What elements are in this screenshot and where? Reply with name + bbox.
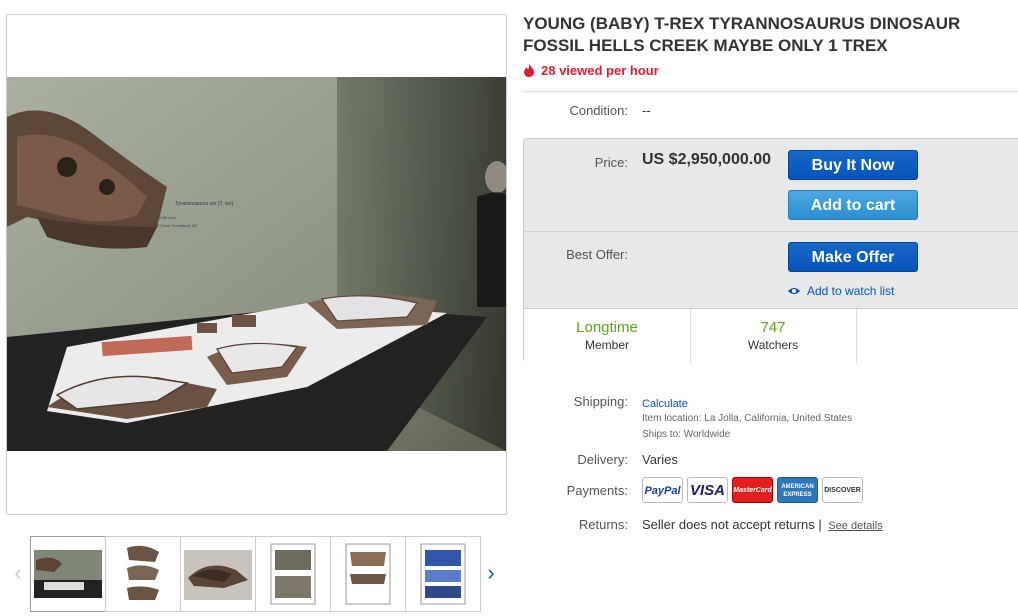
exhibit-photo: Tyrannosaurus rex (T. rex) Lived 66 mya … [7,77,506,451]
thumbnail-2[interactable] [105,536,181,612]
visa-logo: VISA [687,477,728,503]
item-location-label: Item location: [642,413,702,424]
add-to-watch-list-link[interactable]: Add to watch list [788,284,894,298]
thumbnail-image [270,543,316,605]
thumbnail-strip: ‹ › [0,530,507,616]
best-offer-label: Best Offer: [566,247,628,262]
thumbnail-3[interactable] [180,536,256,612]
stat-watchers-label: Watchers [747,338,799,352]
shipping-label: Shipping: [573,394,628,409]
listing-title: YOUNG (BABY) T-REX TYRANNOSAURUS DINOSAU… [523,14,961,55]
condition-label: Condition: [569,103,628,118]
ships-to-value: Worldwide [683,429,731,440]
delivery-label: Delivery: [577,452,628,467]
returns-label: Returns: [578,517,628,532]
make-offer-button[interactable]: Make Offer [788,242,918,272]
stat-watchers: 747 Watchers [690,309,856,363]
seller-stats: Longtime Member 747 Watchers [524,308,1018,363]
payments-label: Payments: [566,483,628,498]
price-value: US $2,950,000.00 [642,151,771,168]
exhibit-sign-line3: Hell Creek Formation, MT [152,223,198,228]
condition-value: -- [642,103,651,118]
eye-icon [788,288,800,294]
discover-logo: DISCOVER [822,477,863,503]
stat-member-label: Member [584,338,629,352]
thumbnail-1[interactable] [30,536,106,612]
thumbnail-image [420,543,466,605]
ships-to: Ships to: Worldwide [642,429,730,440]
buy-box: Price: US $2,950,000.00 Buy It Now Add t… [523,138,1018,363]
thumbnail-image [345,543,391,605]
thumbnail-image [34,550,102,598]
main-product-photo[interactable]: Tyrannosaurus rex (T. rex) Lived 66 mya … [7,77,506,451]
thumbnail-6[interactable] [405,536,481,612]
delivery-value: Varies [642,452,678,467]
shipping-value: Calculate [642,395,688,410]
thumbnail-image [125,544,161,604]
add-to-cart-button[interactable]: Add to cart [788,190,918,220]
amex-logo: AMERICAN EXPRESS [777,477,818,503]
watch-link-label: Add to watch list [807,284,895,298]
see-details-link[interactable]: See details [828,520,882,532]
thumbnail-5[interactable] [330,536,406,612]
calculate-shipping-link[interactable]: Calculate [642,398,688,410]
thumbnail-image [184,550,252,600]
ships-to-label: Ships to: [642,429,681,440]
buy-it-now-button[interactable]: Buy It Now [788,150,918,180]
title-divider [523,91,1018,92]
stat-divider [856,309,857,363]
views-text: 28 viewed per hour [541,63,659,78]
returns-value: Seller does not accept returns | See det… [642,517,883,532]
item-location-value: La Jolla, California, United States [704,413,853,424]
price-label: Price: [594,155,628,170]
exhibit-sign-line1: Tyrannosaurus rex (T. rex) [175,201,234,207]
returns-text: Seller does not accept returns | [642,517,822,532]
chevron-left-icon[interactable]: ‹ [8,560,28,586]
stat-member: Longtime Member [524,309,690,363]
exhibit-sign-line2: Lived 66 mya [152,215,177,220]
fire-icon [524,63,534,77]
item-location: Item location: La Jolla, California, Uni… [642,413,852,424]
thumbnail-4[interactable] [255,536,331,612]
stat-member-value: Longtime [576,319,638,336]
buy-box-divider [524,231,1018,232]
chevron-right-icon[interactable]: › [481,560,501,586]
main-image-frame[interactable]: Tyrannosaurus rex (T. rex) Lived 66 mya … [6,14,507,515]
views-indicator: 28 viewed per hour [523,63,659,78]
stat-watchers-value: 747 [760,319,786,336]
paypal-logo: PayPal [642,477,683,503]
mastercard-logo: MasterCard [732,477,773,503]
